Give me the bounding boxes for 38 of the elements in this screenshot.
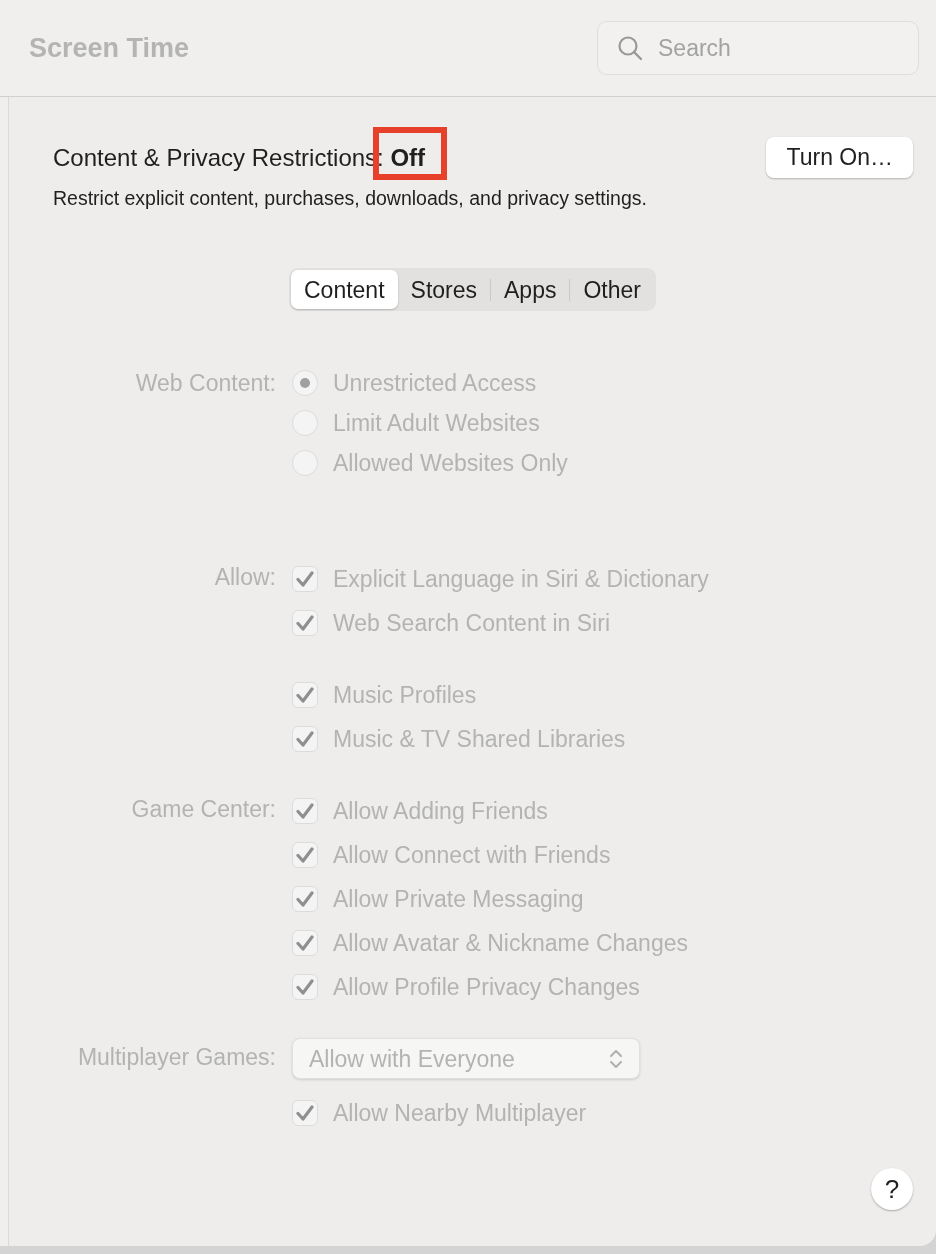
option-label: Allow Connect with Friends <box>333 841 611 870</box>
checkmark-icon <box>296 803 314 820</box>
option-label: Explicit Language in Siri & Dictionary <box>333 565 709 594</box>
chevron-updown-icon <box>609 1047 623 1070</box>
option-label: Unrestricted Access <box>333 369 537 398</box>
checkmark-icon <box>296 979 314 996</box>
checkmark-icon <box>296 615 314 632</box>
option-label: Allow Adding Friends <box>333 797 548 826</box>
section-label: Allow: <box>214 563 276 592</box>
checkmark-icon <box>296 571 314 588</box>
search-field[interactable]: Search <box>597 21 919 75</box>
checkmark-icon <box>296 935 314 952</box>
option-label: Allow Nearby Multiplayer <box>333 1099 587 1128</box>
segment-tab[interactable]: Other <box>570 270 654 310</box>
checkmark-icon <box>296 847 314 864</box>
turn-on-button[interactable]: Turn On… <box>766 137 913 178</box>
option-label: Allow Profile Privacy Changes <box>333 973 640 1002</box>
option-label: Music & TV Shared Libraries <box>333 725 626 754</box>
search-icon <box>617 35 643 61</box>
checkmark-icon <box>296 731 314 748</box>
description: Restrict explicit content, purchases, downloads, and privacy settings. <box>53 186 647 211</box>
checkmark-icon <box>296 687 314 704</box>
segment-tab[interactable]: Apps <box>491 270 570 310</box>
section-label: Game Center: <box>131 795 276 824</box>
checkmark-icon <box>296 891 314 908</box>
option-label: Allow Avatar & Nickname Changes <box>333 929 688 958</box>
window-title: Screen Time <box>29 31 190 65</box>
option-label: Music Profiles <box>333 681 477 710</box>
segment-tab[interactable]: Content <box>291 270 398 310</box>
section-label: Multiplayer Games: <box>77 1043 276 1072</box>
option-label: Limit Adult Websites <box>333 409 540 438</box>
option-label: Web Search Content in Siri <box>333 609 610 638</box>
segment-tab[interactable]: Stores <box>397 270 491 310</box>
help-button[interactable]: ? <box>871 1168 913 1210</box>
option-label: Allowed Websites Only <box>333 449 568 478</box>
option-label: Allow Private Messaging <box>333 885 584 914</box>
checkmark-icon <box>296 1105 314 1122</box>
section-label: Web Content: <box>135 369 276 398</box>
